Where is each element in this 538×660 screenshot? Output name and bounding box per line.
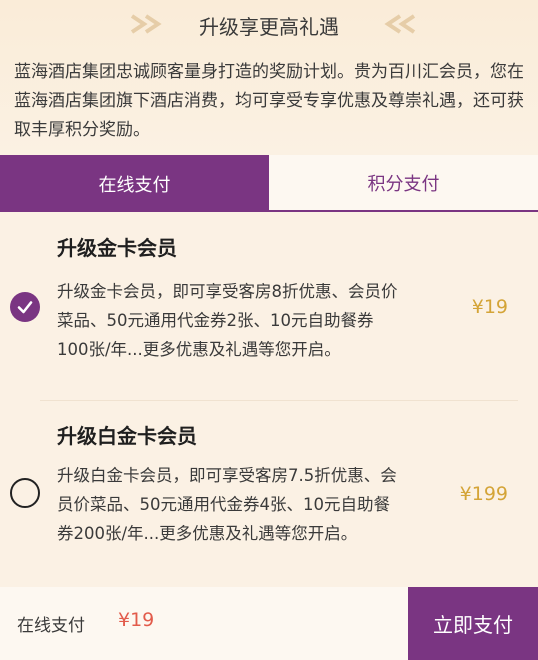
tab-online-payment[interactable]: 在线支付 (0, 155, 269, 212)
payment-method-label: 在线支付 (17, 616, 85, 636)
check-circle-icon[interactable] (10, 292, 40, 322)
plan-price: ¥199 (459, 483, 508, 505)
plan-title: 升级白金卡会员 (57, 424, 197, 448)
plan-description: 升级金卡会员，即可享受客房8折优惠、会员价菜品、50元通用代金券2张、10元自助… (57, 282, 398, 359)
plan-price: ¥19 (471, 296, 508, 318)
total-amount: ¥19 (118, 609, 155, 631)
check-icon (17, 301, 33, 314)
page-title: 升级享更高礼遇 (199, 15, 339, 39)
payment-footer: 在线支付 ¥19 立即支付 (0, 587, 538, 660)
plan-description: 升级白金卡会员，即可享受客房7.5折优惠、会员价菜品、50元通用代金券4张、10… (57, 466, 397, 543)
plan-list: 升级金卡会员 升级金卡会员，即可享受客房8折优惠、会员价菜品、50元通用代金券2… (0, 212, 538, 587)
plan-option-gold[interactable]: 升级金卡会员 升级金卡会员，即可享受客房8折优惠、会员价菜品、50元通用代金券2… (0, 212, 538, 400)
payment-method-tabs: 在线支付 积分支付 (0, 155, 538, 212)
header-banner: 升级享更高礼遇 蓝海酒店集团忠诚顾客量身打造的奖励计划。贵为百川汇会员，您在蓝海… (0, 0, 538, 155)
plan-title: 升级金卡会员 (57, 236, 177, 260)
tab-points-payment[interactable]: 积分支付 (269, 155, 538, 212)
tab-label: 积分支付 (367, 173, 440, 195)
chevron-decoration-icon (384, 14, 416, 34)
tab-label: 在线支付 (98, 174, 171, 196)
plan-option-platinum[interactable]: 升级白金卡会员 升级白金卡会员，即可享受客房7.5折优惠、会员价菜品、50元通用… (0, 400, 538, 587)
program-description: 蓝海酒店集团忠诚顾客量身打造的奖励计划。贵为百川汇会员，您在蓝海酒店集团旗下酒店… (14, 62, 524, 140)
circle-outline-icon[interactable] (10, 478, 40, 508)
pay-now-button[interactable]: 立即支付 (408, 587, 538, 660)
